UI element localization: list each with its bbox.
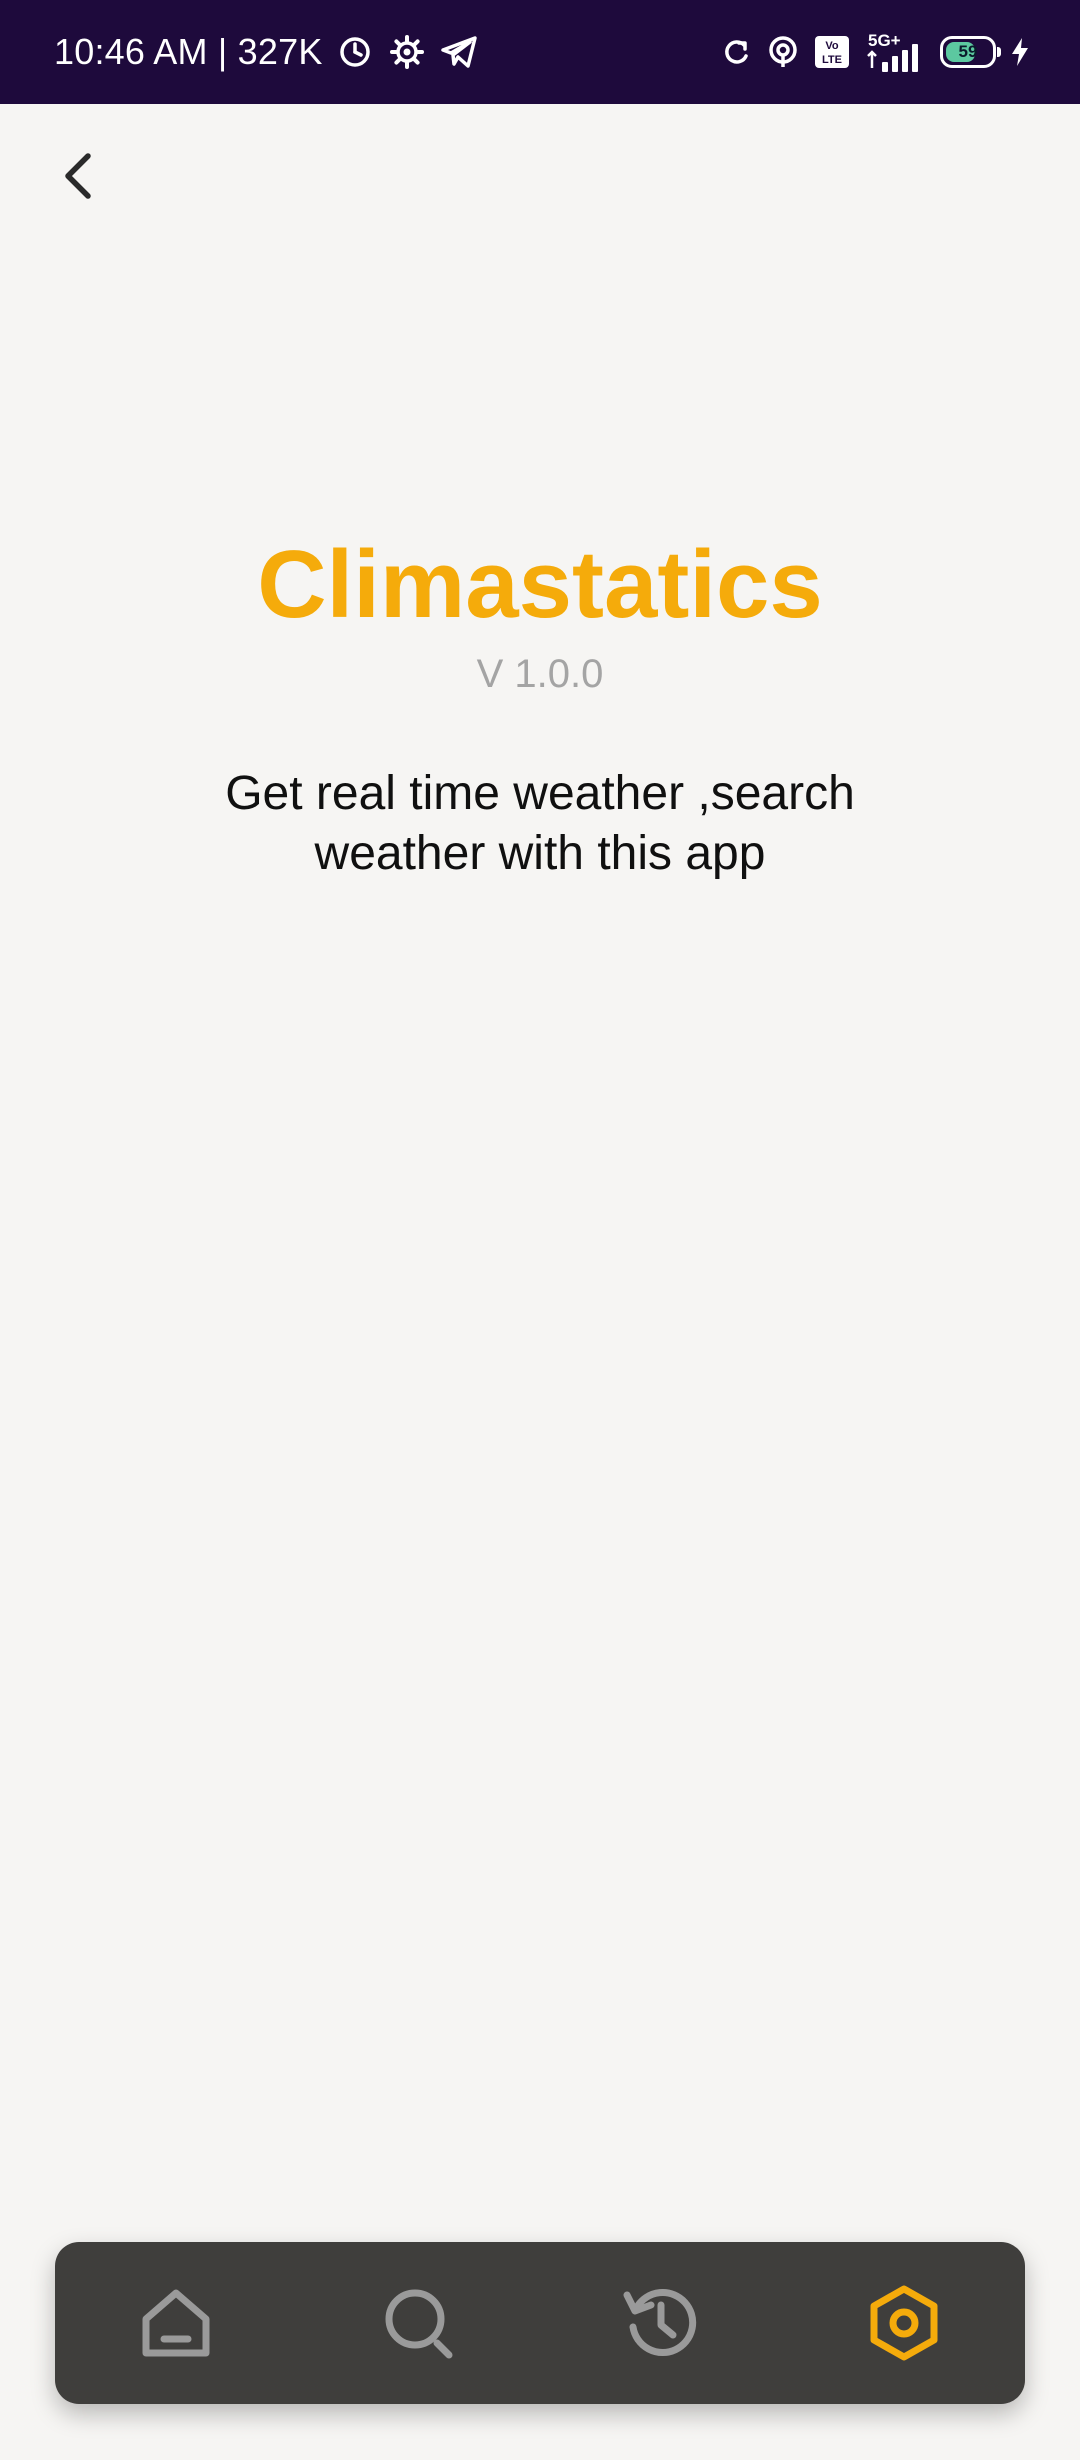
hotspot-icon [766, 35, 800, 69]
status-time: 10:46 AM | 327K [54, 31, 323, 72]
battery-nub [997, 47, 1001, 57]
back-button[interactable] [46, 144, 110, 208]
svg-text:LTE: LTE [822, 54, 842, 66]
status-left: 10:46 AM | 327K [54, 0, 479, 104]
nav-history-button[interactable] [601, 2263, 721, 2383]
telegram-icon [439, 32, 479, 72]
battery-icon: 59 [940, 36, 1001, 68]
network-type-label: 5G+ [868, 31, 901, 50]
volte-icon: Vo LTE [814, 35, 850, 69]
charging-icon [1010, 37, 1030, 67]
status-right: Vo LTE 5G+ 59 [720, 0, 1030, 104]
nav-settings-button[interactable] [844, 2263, 964, 2383]
svg-text:Vo: Vo [825, 40, 839, 52]
signal-icon: 5G+ [864, 30, 926, 74]
chevron-left-icon [65, 153, 91, 199]
app-description: Get real time weather ,search weather wi… [225, 767, 855, 880]
home-icon [142, 2289, 210, 2357]
history-icon [623, 2289, 697, 2356]
app-title: Climastatics [257, 531, 823, 638]
bottom-navigation [55, 2242, 1025, 2404]
nav-search-button[interactable] [359, 2263, 479, 2383]
search-icon [385, 2289, 453, 2359]
app-version: V 1.0.0 [476, 652, 604, 696]
battery-level: 59 [958, 42, 978, 61]
nav-home-button[interactable] [116, 2263, 236, 2383]
status-bar: 10:46 AM | 327K Vo LTE 5G+ 59 [0, 0, 1080, 104]
do-not-disturb-icon [335, 32, 375, 72]
settings-gear-icon [387, 32, 427, 72]
sync-icon [720, 36, 752, 68]
settings-icon [870, 2285, 938, 2361]
